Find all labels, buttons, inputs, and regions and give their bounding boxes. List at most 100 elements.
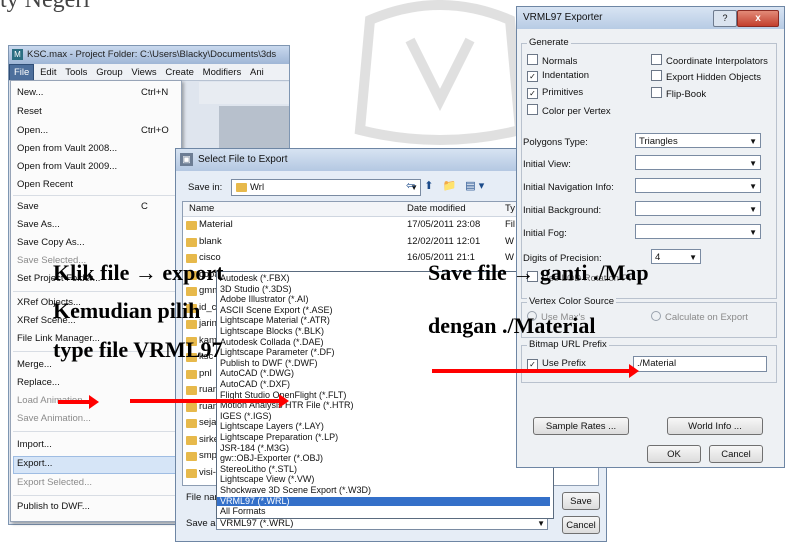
calculate-on-export-radio[interactable]: Calculate on Export bbox=[651, 311, 748, 323]
checkbox-box[interactable] bbox=[651, 87, 662, 98]
max-title-text: KSC.max - Project Folder: C:\Users\Black… bbox=[27, 49, 277, 60]
file-type-option[interactable]: VRML97 (*.WRL) bbox=[217, 496, 550, 506]
menu-create[interactable]: Create bbox=[162, 65, 197, 80]
menu-file[interactable]: File bbox=[9, 64, 35, 80]
file-type-option[interactable]: StereoLitho (*.STL) bbox=[220, 464, 297, 474]
file-type-option[interactable]: AutoCAD (*.DWG) bbox=[220, 369, 294, 378]
coordinate-interpolators-checkbox[interactable]: Coordinate Interpolators bbox=[651, 54, 768, 67]
checkbox-label: Normals bbox=[542, 56, 578, 67]
file-menu-merge[interactable]: Merge... bbox=[17, 359, 52, 370]
checkbox-label: Indentation bbox=[542, 70, 590, 81]
export-hidden-objects-checkbox[interactable]: Export Hidden Objects bbox=[651, 70, 761, 83]
file-type-option[interactable]: IGES (*.IGS) bbox=[220, 411, 272, 421]
save-button[interactable]: Save bbox=[562, 492, 600, 510]
checkbox-box[interactable] bbox=[527, 54, 538, 65]
file-type-option[interactable]: AutoCAD (*.DXF) bbox=[220, 380, 290, 389]
menu-animation[interactable]: Ani bbox=[247, 65, 267, 80]
file-type-option[interactable]: Lightscape Blocks (*.BLK) bbox=[220, 327, 324, 336]
primitives-checkbox[interactable]: ✓ Primitives bbox=[527, 87, 583, 99]
file-type: Fil bbox=[505, 219, 516, 230]
file-name: smp bbox=[199, 450, 217, 461]
chevron-down-icon: ▼ bbox=[749, 137, 757, 146]
sample-rates-button[interactable]: Sample Rates ... bbox=[533, 417, 629, 435]
file-menu-open-vault-2008[interactable]: Open from Vault 2008... bbox=[17, 143, 117, 154]
shortcut-new: Ctrl+N bbox=[141, 87, 169, 98]
file-menu-save-as[interactable]: Save As... bbox=[17, 219, 60, 230]
file-type-option[interactable]: ASCII Scene Export (*.ASE) bbox=[220, 305, 333, 315]
file-type-option[interactable]: Autodesk (*.FBX) bbox=[220, 274, 290, 283]
checkmark-icon[interactable]: ✓ bbox=[527, 71, 538, 82]
initial-view-select[interactable]: ▼ bbox=[635, 155, 761, 170]
file-type-option[interactable]: gw::OBJ-Exporter (*.OBJ) bbox=[220, 454, 323, 463]
file-type-option[interactable]: Shockwave 3D Scene Export (*.W3D) bbox=[220, 486, 371, 495]
help-button[interactable]: ? bbox=[713, 10, 737, 27]
file-menu-save[interactable]: Save bbox=[17, 201, 39, 212]
max-title-bar: M KSC.max - Project Folder: C:\Users\Bla… bbox=[9, 46, 289, 64]
menu-views[interactable]: Views bbox=[128, 65, 159, 80]
file-menu-save-copy-as[interactable]: Save Copy As... bbox=[17, 237, 85, 248]
folder-icon bbox=[186, 435, 197, 445]
file-name: Material bbox=[199, 219, 233, 230]
file-type-option[interactable]: 3D Studio (*.3DS) bbox=[220, 284, 292, 294]
file-menu-import[interactable]: Import... bbox=[17, 439, 52, 450]
menu-edit[interactable]: Edit bbox=[37, 65, 59, 80]
file-type-option[interactable]: Autodesk Collada (*.DAE) bbox=[220, 337, 324, 347]
menu-tools[interactable]: Tools bbox=[62, 65, 90, 80]
cancel-button[interactable]: Cancel bbox=[562, 516, 600, 534]
column-name[interactable]: Name bbox=[189, 202, 214, 216]
file-type-option[interactable]: Lightscape Material (*.ATR) bbox=[220, 316, 330, 325]
file-type-option[interactable]: JSR-184 (*.M3G) bbox=[220, 443, 289, 453]
initial-navigation-select[interactable]: ▼ bbox=[635, 178, 761, 193]
radio-circle[interactable] bbox=[651, 311, 661, 321]
file-type-option[interactable]: Lightscape View (*.VW) bbox=[220, 475, 314, 484]
world-info-button[interactable]: World Info ... bbox=[667, 417, 763, 435]
file-date: 17/05/2011 23:08 bbox=[407, 219, 481, 230]
file-type-option[interactable]: Lightscape Parameter (*.DF) bbox=[220, 348, 335, 357]
file-type-dropdown-list: Autodesk (*.FBX) 3D Studio (*.3DS) Adobe I… bbox=[216, 271, 554, 519]
file-menu-new[interactable]: New... bbox=[17, 87, 43, 98]
annotation-save-file: Save file → ganti ./Map bbox=[428, 260, 649, 285]
polygons-type-select[interactable]: Triangles ▼ bbox=[635, 133, 761, 148]
file-menu-open[interactable]: Open... bbox=[17, 125, 48, 136]
menu-separator bbox=[13, 195, 179, 196]
checkbox-box[interactable] bbox=[651, 54, 662, 65]
checkbox-label: Coordinate Interpolators bbox=[666, 56, 768, 67]
chevron-down-icon: ▼ bbox=[749, 228, 757, 237]
initial-background-select[interactable]: ▼ bbox=[635, 201, 761, 216]
file-type-option[interactable]: Lightscape Preparation (*.LP) bbox=[220, 433, 338, 442]
color-per-vertex-checkbox[interactable]: Color per Vertex bbox=[527, 104, 611, 117]
file-date: 12/02/2011 12:01 bbox=[407, 235, 481, 247]
initial-fog-select[interactable]: ▼ bbox=[635, 224, 761, 239]
column-date-modified[interactable]: Date modified bbox=[407, 202, 466, 216]
checkbox-box[interactable] bbox=[527, 104, 538, 115]
digits-precision-select[interactable]: 4 ▼ bbox=[651, 249, 701, 264]
save-in-label: Save in: bbox=[188, 182, 223, 193]
file-type-option[interactable]: Lightscape Layers (*.LAY) bbox=[220, 422, 324, 431]
file-type-option[interactable]: Adobe Illustrator (*.AI) bbox=[220, 295, 309, 304]
checkbox-box[interactable] bbox=[651, 70, 662, 81]
close-button[interactable]: x bbox=[737, 10, 779, 27]
column-type[interactable]: Ty bbox=[505, 202, 515, 216]
prefix-input[interactable]: ./Material bbox=[633, 356, 767, 372]
file-type-option[interactable]: Publish to DWF (*.DWF) bbox=[220, 358, 318, 368]
max-toolbar bbox=[199, 82, 289, 104]
menu-modifiers[interactable]: Modifiers bbox=[200, 65, 245, 80]
vrml-cancel-button[interactable]: Cancel bbox=[709, 445, 763, 463]
ok-button[interactable]: OK bbox=[647, 445, 701, 463]
file-menu-open-recent[interactable]: Open Recent bbox=[17, 179, 73, 190]
checkmark-icon[interactable]: ✓ bbox=[527, 88, 538, 99]
file-menu-replace[interactable]: Replace... bbox=[17, 377, 60, 388]
checkbox-label: Color per Vertex bbox=[542, 106, 611, 117]
file-menu-open-vault-2009[interactable]: Open from Vault 2009... bbox=[17, 161, 117, 172]
save-in-select[interactable]: Wrl ▼ bbox=[231, 179, 421, 196]
indentation-checkbox[interactable]: ✓ Indentation bbox=[527, 70, 589, 82]
flip-book-checkbox[interactable]: Flip-Book bbox=[651, 87, 706, 100]
checkbox-label: Primitives bbox=[542, 87, 584, 98]
menu-group[interactable]: Group bbox=[93, 65, 125, 80]
file-menu-reset[interactable]: Reset bbox=[17, 106, 42, 117]
folder-nav-buttons[interactable]: ⇦ ⬆ 📁 ▤▾ bbox=[406, 179, 487, 192]
file-menu-export[interactable]: Export... bbox=[17, 458, 52, 469]
file-type-option[interactable]: All Formats bbox=[220, 507, 266, 516]
normals-checkbox[interactable]: Normals bbox=[527, 54, 577, 67]
file-menu-publish-dwf[interactable]: Publish to DWF... bbox=[17, 501, 90, 512]
